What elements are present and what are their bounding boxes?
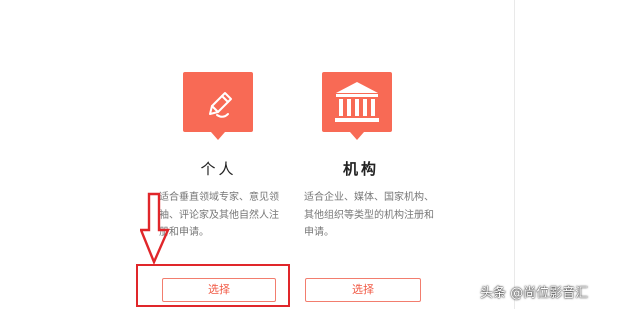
watermark: 头条 @尚位影音汇: [480, 286, 589, 301]
card-title-organization: 机构: [342, 160, 379, 178]
annotation-arrow-icon: [140, 192, 170, 266]
right-divider: [514, 0, 515, 309]
card-description-organization: 适合企业、媒体、国家机构、其他组织等类型的机构注册和申请。: [304, 192, 434, 238]
card-organization: 机构 适合企业、媒体、国家机构、其他组织等类型的机构注册和申请。 选择: [291, 0, 434, 309]
card-description-personal: 适合垂直领域专家、意见领袖、评论家及其他自然人注册和申请。: [159, 192, 279, 238]
pen-icon: [209, 92, 232, 118]
annotation-highlight-box: [136, 264, 290, 307]
select-organization-button[interactable]: 选择: [305, 278, 421, 302]
card-title-personal: 个人: [200, 160, 237, 178]
institution-building-icon: [335, 82, 379, 122]
personal-icon-box: [183, 72, 253, 140]
organization-icon-box: [322, 72, 392, 140]
